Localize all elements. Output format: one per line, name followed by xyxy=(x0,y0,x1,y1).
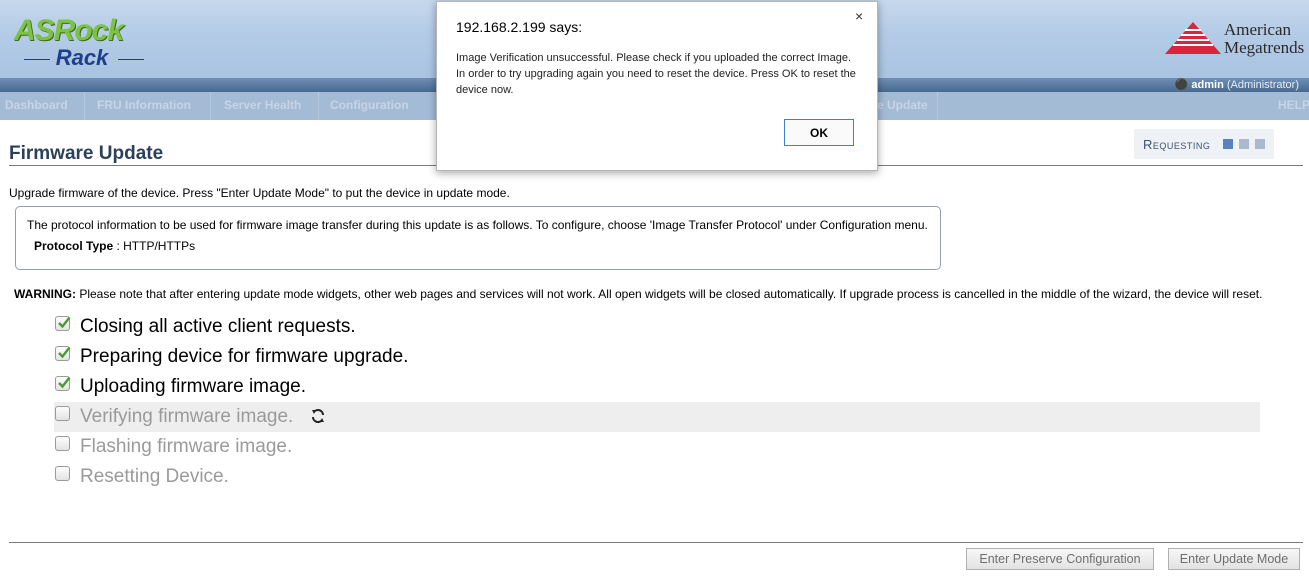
update-step: Resetting Device. xyxy=(54,462,1260,492)
rack-logo: Rack xyxy=(16,45,148,71)
nav-separator xyxy=(84,92,85,120)
nav-server-health[interactable]: Server Health xyxy=(224,98,301,112)
update-step: Preparing device for firmware upgrade. xyxy=(54,342,1260,372)
protocol-type-label: Protocol Type xyxy=(34,239,114,253)
step-label: Flashing firmware image. xyxy=(80,436,293,457)
step-label: Verifying firmware image. xyxy=(80,406,294,427)
dialog-title: 192.168.2.199 says: xyxy=(456,19,583,35)
ami-text: American Megatrends xyxy=(1224,21,1304,57)
progress-square-2 xyxy=(1239,139,1249,149)
warning-label: WARNING: xyxy=(14,287,76,301)
protocol-info-text: The protocol information to be used for … xyxy=(27,218,928,232)
dialog-message: Image Verification unsuccessful. Please … xyxy=(456,52,856,96)
enter-update-mode-button[interactable]: Enter Update Mode xyxy=(1168,548,1300,570)
progress-square-1 xyxy=(1223,139,1233,149)
nav-dashboard[interactable]: Dashboard xyxy=(5,98,68,112)
nav-firmware-update[interactable]: e Update xyxy=(877,98,928,112)
warning-message: WARNING: Please note that after entering… xyxy=(14,287,1262,301)
checked-checkbox xyxy=(55,376,71,391)
nav-fru-information[interactable]: FRU Information xyxy=(97,98,191,112)
checked-checkbox xyxy=(55,346,71,361)
nav-separator xyxy=(937,92,938,120)
step-label: Resetting Device. xyxy=(80,466,229,487)
step-label: Closing all active client requests. xyxy=(80,316,356,337)
update-step: Verifying firmware image. xyxy=(54,402,1260,432)
enter-preserve-configuration-button[interactable]: Enter Preserve Configuration xyxy=(966,548,1154,570)
unchecked-checkbox xyxy=(55,466,70,481)
user-icon: ⚫ xyxy=(1174,79,1189,91)
refresh-icon xyxy=(310,408,326,429)
warning-text: Please note that after entering update m… xyxy=(76,287,1263,301)
requesting-label: Requesting xyxy=(1143,137,1211,152)
user-info[interactable]: ⚫ admin (Administrator) xyxy=(1175,78,1299,92)
close-icon[interactable]: × xyxy=(855,8,863,24)
nav-help[interactable]: HELP xyxy=(1278,98,1309,112)
page-description: Upgrade firmware of the device. Press "E… xyxy=(9,186,510,200)
alert-dialog: 192.168.2.199 says: × Image Verification… xyxy=(436,1,878,171)
step-label: Preparing device for firmware upgrade. xyxy=(80,346,409,367)
page-title: Firmware Update xyxy=(9,143,164,164)
asrock-logo: ASRock xyxy=(14,14,124,47)
footer-divider xyxy=(9,542,1303,543)
update-step: Flashing firmware image. xyxy=(54,432,1260,462)
protocol-type-value: : HTTP/HTTPs xyxy=(116,239,196,253)
nav-separator xyxy=(318,92,319,120)
ok-button[interactable]: OK xyxy=(784,119,854,146)
nav-separator xyxy=(210,92,211,120)
vendor-line-1: American xyxy=(1224,20,1292,39)
unchecked-checkbox xyxy=(55,406,70,421)
update-step: Closing all active client requests. xyxy=(54,312,1260,342)
ami-logo-icon xyxy=(1165,22,1221,54)
requesting-indicator: Requesting xyxy=(1134,129,1274,159)
step-label: Uploading firmware image. xyxy=(80,376,306,397)
nav-configuration[interactable]: Configuration xyxy=(330,98,409,112)
protocol-info-box: The protocol information to be used for … xyxy=(15,206,941,270)
protocol-type-row: Protocol Type : HTTP/HTTPs xyxy=(34,239,195,253)
progress-square-3 xyxy=(1255,139,1265,149)
user-name: admin xyxy=(1191,79,1224,91)
update-step: Uploading firmware image. xyxy=(54,372,1260,402)
unchecked-checkbox xyxy=(55,436,70,451)
vendor-line-2: Megatrends xyxy=(1224,38,1305,57)
user-role: (Administrator) xyxy=(1226,79,1299,91)
checked-checkbox xyxy=(55,316,71,331)
